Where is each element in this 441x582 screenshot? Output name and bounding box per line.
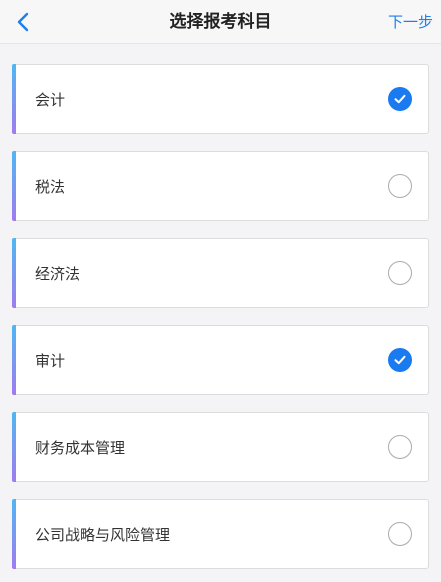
- accent-bar: [12, 64, 16, 134]
- subject-item[interactable]: 经济法: [12, 238, 429, 308]
- accent-bar: [12, 325, 16, 395]
- nav-bar: 选择报考科目 下一步: [0, 0, 441, 44]
- checkmark-icon: [394, 355, 406, 365]
- checkmark-icon: [394, 94, 406, 104]
- subject-label: 财务成本管理: [35, 438, 126, 457]
- checked-circle-icon[interactable]: [388, 87, 412, 111]
- accent-bar: [12, 238, 16, 308]
- subject-label: 公司战略与风险管理: [35, 525, 171, 544]
- subject-label: 税法: [35, 177, 66, 196]
- next-step-button[interactable]: 下一步: [388, 0, 433, 44]
- accent-bar: [12, 499, 16, 569]
- accent-bar: [12, 412, 16, 482]
- unchecked-circle-icon[interactable]: [388, 522, 412, 546]
- subject-item[interactable]: 财务成本管理: [12, 412, 429, 482]
- subject-list: 会计 税法 经济法 审计 财务成本管理 公司战略与风险管理: [0, 44, 441, 569]
- subject-item[interactable]: 审计: [12, 325, 429, 395]
- subject-label: 经济法: [35, 264, 81, 283]
- subject-item[interactable]: 税法: [12, 151, 429, 221]
- accent-bar: [12, 151, 16, 221]
- subject-label: 审计: [35, 351, 66, 370]
- unchecked-circle-icon[interactable]: [388, 174, 412, 198]
- subject-item[interactable]: 会计: [12, 64, 429, 134]
- checked-circle-icon[interactable]: [388, 348, 412, 372]
- subject-label: 会计: [35, 90, 66, 109]
- subject-item[interactable]: 公司战略与风险管理: [12, 499, 429, 569]
- unchecked-circle-icon[interactable]: [388, 435, 412, 459]
- page-title: 选择报考科目: [169, 12, 272, 32]
- unchecked-circle-icon[interactable]: [388, 261, 412, 285]
